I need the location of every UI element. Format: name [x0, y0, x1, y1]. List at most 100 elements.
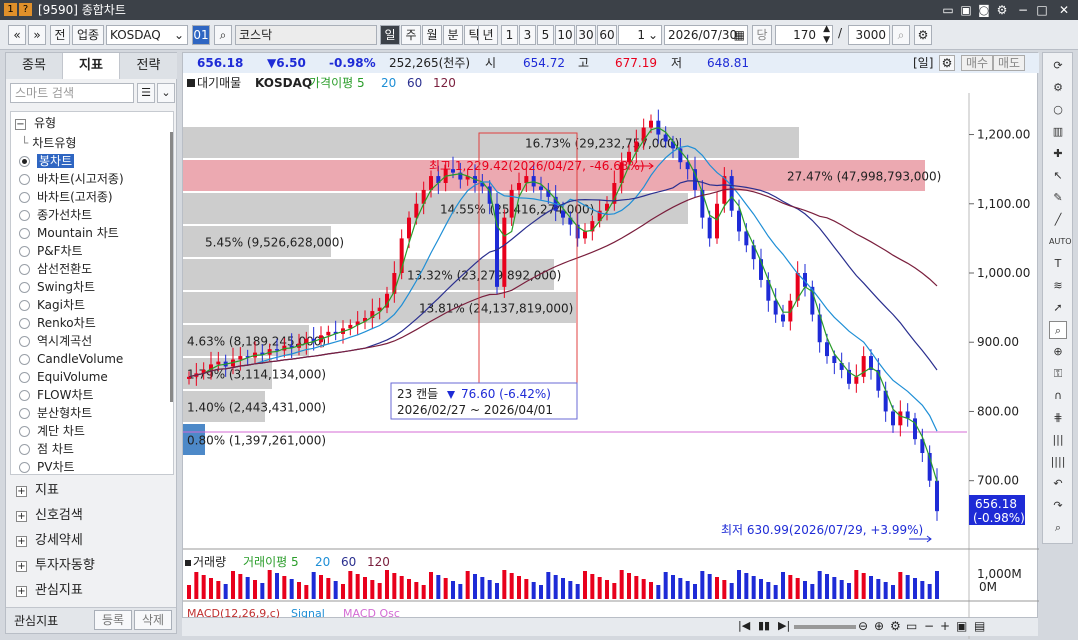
- settings-icon[interactable]: ⚙: [994, 2, 1010, 18]
- pen-icon[interactable]: ✎: [1049, 189, 1067, 207]
- chevron-down-icon[interactable]: ⌄: [157, 83, 175, 103]
- register-button[interactable]: 등록: [94, 610, 132, 630]
- radio-icon[interactable]: [19, 354, 30, 365]
- radio-icon[interactable]: [19, 210, 30, 221]
- period-day[interactable]: 일: [380, 25, 400, 45]
- radio-icon[interactable]: [19, 372, 30, 383]
- radio-icon[interactable]: [19, 174, 30, 185]
- auto-icon[interactable]: AUTO: [1049, 233, 1072, 251]
- chart-type-item[interactable]: Renko차트: [19, 314, 96, 332]
- tab-stock[interactable]: 종목: [6, 53, 63, 79]
- jeon-button[interactable]: 전: [50, 25, 70, 45]
- chart-type-item[interactable]: 계단 차트: [19, 422, 85, 440]
- line-icon[interactable]: ╱: [1049, 211, 1067, 229]
- chart-type-item[interactable]: 삼선전환도: [19, 260, 92, 278]
- tree-chart-type[interactable]: └ 차트유형: [21, 134, 76, 152]
- pointer-icon[interactable]: ↖: [1049, 167, 1067, 185]
- chart-type-item[interactable]: 봉차트: [19, 152, 75, 170]
- circle-icon[interactable]: ○: [1049, 101, 1067, 119]
- num-5[interactable]: 5: [537, 25, 554, 45]
- search-icon[interactable]: ⌕: [214, 25, 232, 45]
- stepper-icon[interactable]: ▲ ▼: [823, 24, 830, 46]
- magnet-icon[interactable]: ∩: [1049, 387, 1067, 405]
- minimize-icon[interactable]: −: [1015, 2, 1031, 18]
- radio-icon[interactable]: [19, 282, 30, 293]
- close-icon[interactable]: ✕: [1056, 2, 1072, 18]
- redo-icon[interactable]: ↷: [1049, 497, 1067, 515]
- dang-button[interactable]: 당: [752, 25, 772, 45]
- num-60[interactable]: 60: [597, 25, 617, 45]
- price-chart[interactable]: 1,200.00 1,100.00 1,000.00 900.00 800.00 700.…: [183, 93, 1039, 639]
- chart-type-item[interactable]: 종가선차트: [19, 206, 92, 224]
- buy-button[interactable]: 매수: [961, 55, 993, 71]
- radio-icon[interactable]: [19, 336, 30, 347]
- save-icon[interactable]: ▣: [958, 2, 974, 18]
- num-10[interactable]: 10: [555, 25, 575, 45]
- radio-icon[interactable]: [19, 426, 30, 437]
- toolbar-settings-icon[interactable]: ⚙: [914, 25, 932, 45]
- print-icon[interactable]: ▤: [974, 619, 985, 633]
- chart-type-item[interactable]: FLOW차트: [19, 386, 94, 404]
- radio-icon[interactable]: [19, 390, 30, 401]
- radio-icon[interactable]: [19, 192, 30, 203]
- chart-area[interactable]: 656.18 ▼6.50 -0.98% 252,265(천주) 시 654.72…: [182, 52, 1039, 639]
- scroll-right-icon[interactable]: ▶|: [778, 619, 790, 632]
- radio-icon[interactable]: [19, 462, 30, 473]
- radio-icon[interactable]: [19, 444, 30, 455]
- count1-input[interactable]: 1 ⌄: [618, 25, 662, 45]
- bar-chart-icon[interactable]: ▥: [1049, 123, 1067, 141]
- maximize-icon[interactable]: □: [1034, 2, 1050, 18]
- bars-icon[interactable]: |||: [1049, 431, 1067, 449]
- num-3[interactable]: 3: [519, 25, 536, 45]
- period-month[interactable]: 월: [422, 25, 442, 45]
- refresh-icon[interactable]: ⟳: [1049, 57, 1067, 75]
- gear-icon[interactable]: ⚙: [1049, 79, 1067, 97]
- chart-type-item[interactable]: CandleVolume: [19, 350, 123, 368]
- chart-type-item[interactable]: 바차트(고저종): [19, 188, 113, 206]
- chart-type-item[interactable]: P&F차트: [19, 242, 83, 260]
- period-year[interactable]: 년: [478, 25, 498, 45]
- group-investor[interactable]: + 투자자동향: [16, 556, 95, 576]
- period-minute[interactable]: 분: [443, 25, 463, 45]
- restore-icon[interactable]: ▭: [940, 2, 956, 18]
- prev-button[interactable]: «: [8, 25, 26, 45]
- smart-search-input[interactable]: 스마트 검색: [10, 83, 134, 103]
- delete-button[interactable]: 삭제: [134, 610, 172, 630]
- lock-icon[interactable]: ⚿: [1049, 365, 1067, 383]
- chart-type-item[interactable]: 점 차트: [19, 440, 74, 458]
- upjong-button[interactable]: 업종: [72, 25, 104, 45]
- num-1[interactable]: 1: [501, 25, 518, 45]
- screenshot-icon[interactable]: ◙: [976, 2, 992, 18]
- radio-icon[interactable]: [19, 156, 30, 167]
- chart-type-item[interactable]: 분산형차트: [19, 404, 92, 422]
- help-icon[interactable]: ?: [19, 3, 32, 16]
- settings-icon[interactable]: ⚙: [890, 619, 901, 633]
- chart-type-item[interactable]: PV차트: [19, 458, 75, 474]
- crosshair-icon[interactable]: ✚: [1049, 145, 1067, 163]
- zoom-in-icon[interactable]: ⊕: [874, 619, 884, 633]
- undo-icon[interactable]: ↶: [1049, 475, 1067, 493]
- tab-indicator[interactable]: 지표: [63, 53, 120, 79]
- text-tool-icon[interactable]: T: [1049, 255, 1067, 273]
- list-icon[interactable]: ☰: [137, 83, 155, 103]
- zoom-out-icon[interactable]: ⊖: [858, 619, 868, 633]
- bars2-icon[interactable]: ||||: [1049, 453, 1067, 471]
- count2-input[interactable]: 170 ▲ ▼: [775, 24, 833, 46]
- radio-icon[interactable]: [19, 318, 30, 329]
- chart-type-item[interactable]: 역시계곡선: [19, 332, 92, 350]
- radio-icon[interactable]: [19, 246, 30, 257]
- scroll-track[interactable]: [794, 625, 856, 629]
- zoom-icon[interactable]: ⌕: [892, 25, 910, 45]
- plus-icon[interactable]: +: [940, 619, 950, 633]
- date-input[interactable]: 2026/07/30 ▦: [664, 25, 748, 45]
- group-indicator[interactable]: + 지표: [16, 481, 59, 501]
- minus-icon[interactable]: −: [924, 619, 934, 633]
- save-icon[interactable]: ▣: [956, 619, 967, 633]
- zoom-in-icon[interactable]: ⊕: [1049, 343, 1067, 361]
- radio-icon[interactable]: [19, 300, 30, 311]
- down-button[interactable]: »: [28, 25, 46, 45]
- group-signal[interactable]: + 신호검색: [16, 506, 83, 526]
- chart-type-item[interactable]: 바차트(시고저종): [19, 170, 124, 188]
- cursor-icon[interactable]: ➚: [1049, 299, 1067, 317]
- zoom-tool-icon[interactable]: ⌕: [1049, 321, 1067, 339]
